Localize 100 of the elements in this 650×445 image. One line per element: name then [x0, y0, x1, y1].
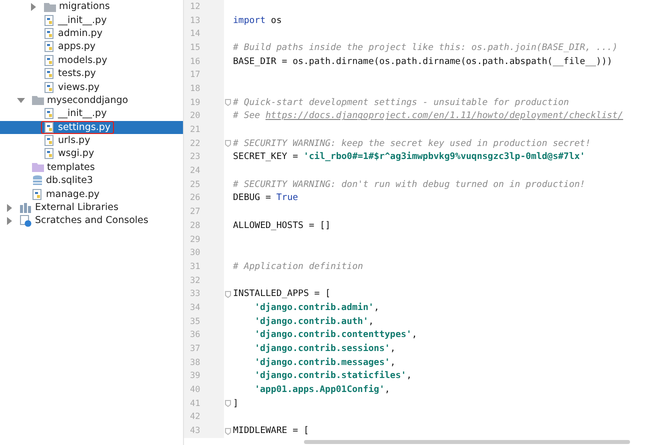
fold-marker-icon[interactable] — [225, 140, 231, 148]
tree-item[interactable]: apps.py — [0, 40, 183, 54]
tree-item[interactable]: __init__.py — [0, 107, 183, 121]
line-number: 26 — [184, 192, 224, 206]
tree-item-label: __init__.py — [58, 108, 107, 120]
tree-item-label: admin.py — [58, 28, 102, 39]
code-comment: # Quick-start development settings - unsuitable for production — [233, 98, 569, 108]
code-text: DEBUG = — [233, 193, 272, 204]
tree-item-label: apps.py — [58, 41, 96, 52]
tree-item[interactable]: urls.py — [0, 134, 183, 148]
fold-marker-icon[interactable] — [225, 400, 231, 408]
tree-item-label: models.py — [58, 54, 108, 66]
line-number: 42 — [184, 410, 224, 424]
python-file-icon — [32, 188, 43, 200]
python-file-icon — [44, 135, 55, 146]
string-literal: 'django.contrib.contenttypes' — [254, 330, 412, 340]
code-text: INSTALLED_APPS = [ — [233, 289, 331, 300]
keyword-text: True — [276, 193, 298, 204]
database-icon — [32, 175, 43, 186]
tree-item[interactable]: wsgi.py — [0, 147, 183, 161]
line-number: 35 — [184, 314, 224, 328]
fold-marker-icon[interactable] — [225, 290, 231, 298]
tree-item-label: db.sqlite3 — [46, 175, 93, 186]
folder-icon — [32, 162, 44, 172]
line-number: 15 — [184, 41, 224, 55]
tree-item[interactable]: models.py — [0, 54, 183, 67]
line-number: 27 — [184, 205, 224, 219]
code-text: , — [406, 371, 412, 382]
code-text: ALLOWED_HOSTS = [] — [233, 220, 331, 231]
tree-item-label: Scratches and Consoles — [35, 215, 148, 226]
line-number: 32 — [184, 274, 224, 288]
tree-item[interactable]: admin.py — [0, 26, 183, 40]
code-text: , — [390, 358, 396, 368]
collapsed-arrow-icon[interactable] — [5, 216, 13, 225]
tree-item[interactable]: settings.py — [0, 120, 183, 134]
line-number: 34 — [184, 301, 224, 315]
line-number: 25 — [184, 178, 224, 192]
tree-item[interactable]: Scratches and Consoles — [0, 214, 183, 228]
line-number: 17 — [184, 68, 224, 82]
code-text: , — [368, 316, 374, 327]
tree-item[interactable]: myseconddjango — [0, 94, 183, 108]
python-file-icon — [44, 54, 55, 66]
tree-item[interactable]: __init__.py — [0, 13, 183, 27]
string-literal: 'django.contrib.admin' — [254, 302, 374, 313]
tree-item-label: tests.py — [58, 68, 96, 80]
tree-item[interactable]: migrations — [0, 0, 183, 14]
code-text: MIDDLEWARE = [ — [233, 426, 309, 436]
line-number: 37 — [184, 342, 224, 356]
tree-item[interactable]: tests.py — [0, 66, 183, 80]
collapsed-arrow-icon[interactable] — [5, 204, 13, 212]
line-number: 14 — [184, 27, 224, 42]
line-number: 21 — [184, 123, 224, 137]
code-text: os — [270, 16, 282, 26]
code-text: SECRET_KEY = — [233, 152, 300, 162]
horizontal-scrollbar[interactable] — [304, 440, 630, 444]
tree-item[interactable]: External Libraries — [0, 200, 183, 214]
code-comment: # See — [233, 111, 262, 122]
tree-item-label: templates — [47, 162, 95, 173]
folder-icon — [32, 95, 44, 106]
line-number: 40 — [184, 383, 224, 397]
line-number: 29 — [184, 232, 224, 246]
line-number: 30 — [184, 246, 224, 260]
line-number: 33 — [184, 287, 224, 302]
tree-item-label: urls.py — [58, 135, 90, 146]
tree-item[interactable]: manage.py — [0, 187, 183, 201]
python-file-icon — [44, 41, 55, 52]
line-number: 19 — [184, 96, 224, 110]
tree-item[interactable]: db.sqlite3 — [0, 174, 183, 188]
tree-item-label: myseconddjango — [47, 94, 128, 106]
scratches-icon — [20, 214, 32, 227]
tree-item-label: __init__.py — [58, 14, 107, 26]
tree-item-label: views.py — [58, 82, 100, 93]
code-text: , — [412, 330, 418, 340]
line-number: 16 — [184, 54, 224, 68]
keyword-text: import — [233, 16, 266, 26]
tree-item-label: manage.py — [46, 188, 100, 200]
string-literal: 'django.contrib.sessions' — [254, 344, 390, 354]
python-file-icon — [44, 28, 55, 39]
collapsed-arrow-icon[interactable] — [29, 2, 37, 11]
python-file-icon — [44, 68, 55, 80]
tree-item[interactable]: templates — [0, 160, 183, 174]
expanded-arrow-icon[interactable] — [17, 96, 25, 104]
line-number: 39 — [184, 370, 224, 384]
line-number: 43 — [184, 424, 224, 438]
tree-item[interactable]: views.py — [0, 80, 183, 94]
string-literal: 'app01.apps.App01Config' — [254, 385, 385, 396]
folder-icon — [44, 2, 56, 12]
tree-item-label: External Libraries — [35, 202, 118, 214]
code-text: , — [390, 344, 396, 354]
code-comment: # Application definition — [233, 262, 364, 272]
line-number: 24 — [184, 164, 224, 178]
code-comment: # SECURITY WARNING: don't run with debug turned on in production! — [233, 180, 586, 190]
line-number: 22 — [184, 136, 224, 151]
fold-marker-icon[interactable] — [225, 428, 231, 435]
python-file-icon — [44, 148, 55, 160]
code-text: ] — [233, 398, 238, 409]
tree-item-label: wsgi.py — [58, 148, 94, 160]
python-file-icon — [44, 122, 55, 133]
fold-marker-icon[interactable] — [225, 99, 231, 106]
python-file-icon — [44, 82, 55, 93]
